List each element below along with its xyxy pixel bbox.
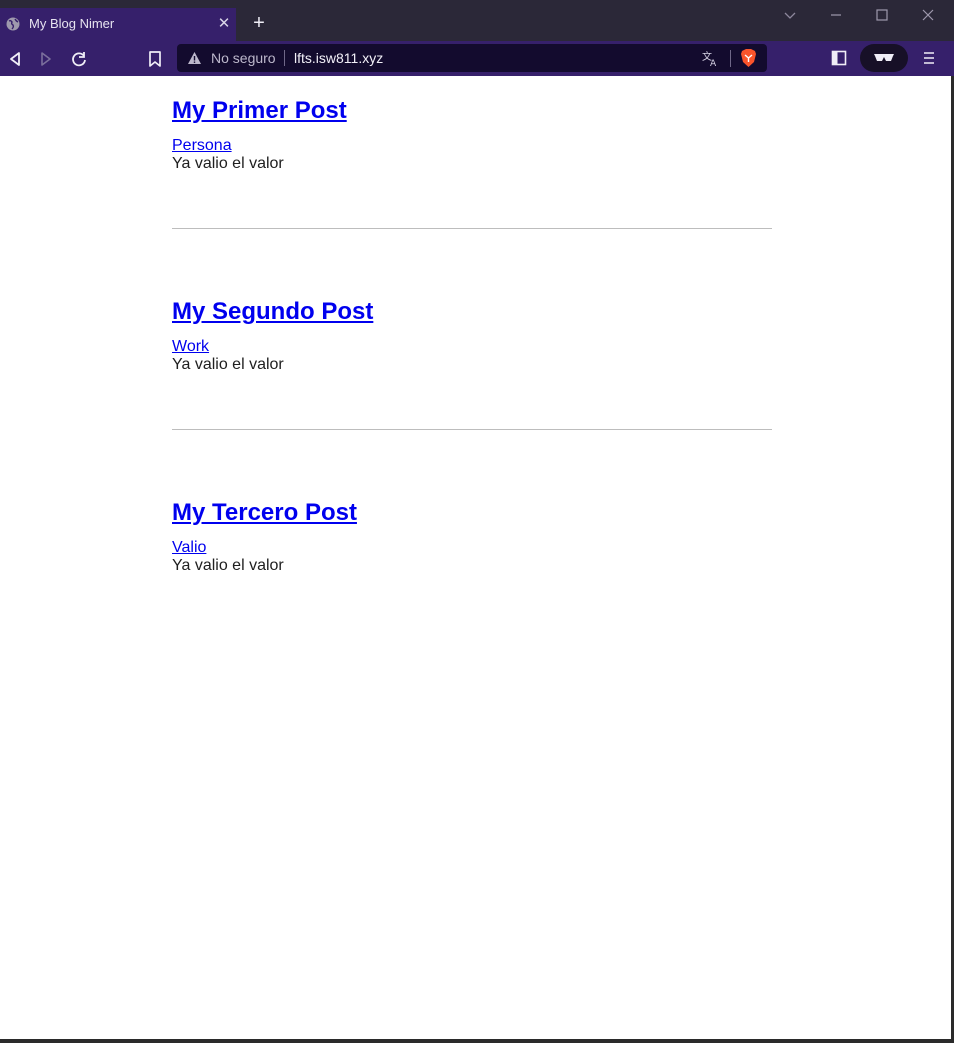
post-category-link[interactable]: Persona [172, 137, 772, 155]
post-title-link[interactable]: My Segundo Post [172, 298, 772, 326]
minimize-icon[interactable] [827, 6, 845, 24]
brave-lion-icon[interactable] [740, 48, 757, 68]
browser-toolbar: No seguro lfts.isw811.xyz 文 A [0, 41, 954, 76]
post-divider [172, 429, 772, 430]
page-content: My Primer Post Persona Ya valio el valor… [0, 76, 954, 1043]
reload-icon[interactable] [69, 49, 89, 69]
post-excerpt: Ya valio el valor [172, 356, 284, 373]
menu-icon[interactable] [920, 49, 938, 67]
address-bar[interactable]: No seguro lfts.isw811.xyz 文 A [177, 44, 767, 72]
translate-icon[interactable]: 文 A [701, 50, 719, 67]
back-icon[interactable] [5, 49, 25, 69]
tab-title: My Blog Nimer [29, 16, 115, 31]
url-text[interactable]: lfts.isw811.xyz [294, 50, 383, 66]
plus-icon[interactable]: + [249, 13, 269, 33]
blog-post: My Tercero Post Valio Ya valio el valor [172, 499, 772, 575]
globe-icon [6, 17, 20, 31]
maximize-icon[interactable] [873, 6, 891, 24]
close-window-icon[interactable] [919, 6, 937, 24]
close-icon[interactable]: ✕ [216, 16, 232, 32]
bookmark-icon[interactable] [145, 49, 165, 69]
blog-post: My Segundo Post Work Ya valio el valor [172, 298, 772, 374]
omnibox-separator [730, 50, 731, 67]
omnibox-separator [284, 50, 285, 66]
post-excerpt: Ya valio el valor [172, 155, 284, 172]
tab-search-chevron-icon[interactable] [781, 6, 799, 24]
post-excerpt: Ya valio el valor [172, 557, 284, 574]
post-title-link[interactable]: My Primer Post [172, 97, 772, 125]
forward-icon[interactable] [36, 49, 56, 69]
post-category-link[interactable]: Valio [172, 539, 772, 557]
private-glasses-icon [874, 54, 894, 61]
browser-tab[interactable]: My Blog Nimer ✕ [0, 8, 236, 41]
post-title-link[interactable]: My Tercero Post [172, 499, 772, 527]
private-window-badge[interactable] [860, 44, 908, 72]
taskbar-edge [0, 1039, 954, 1043]
svg-text:A: A [710, 59, 717, 67]
post-category-link[interactable]: Work [172, 338, 772, 356]
browser-titlebar: My Blog Nimer ✕ + [0, 0, 954, 41]
warning-icon[interactable] [187, 51, 202, 65]
blog-post: My Primer Post Persona Ya valio el valor [172, 97, 772, 173]
security-label[interactable]: No seguro [211, 50, 276, 66]
sidebar-icon[interactable] [830, 49, 848, 67]
post-divider [172, 228, 772, 229]
